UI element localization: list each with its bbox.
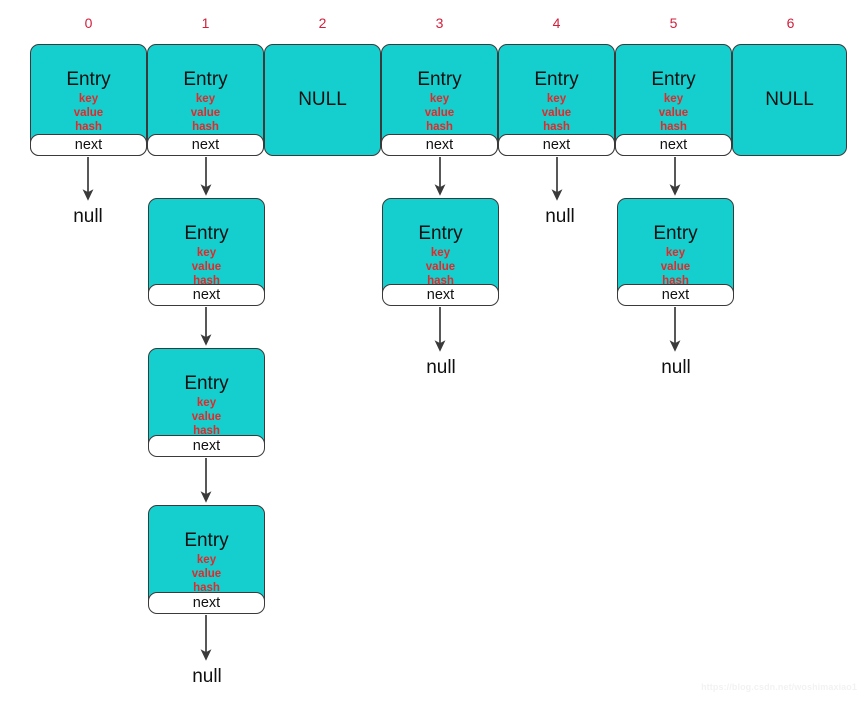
bucket-index-5: 5 — [669, 15, 678, 31]
entry-fields: key value hash — [31, 92, 146, 134]
entry-title: Entry — [66, 69, 111, 90]
null-terminal-bucket-4: null — [545, 206, 575, 227]
entry-field-key: key — [195, 93, 216, 105]
entry-field-value: value — [658, 107, 689, 119]
entry-fields: key value hash — [499, 92, 614, 134]
entry-field-key: key — [196, 554, 217, 566]
entry-fields: key value hash — [618, 246, 733, 288]
watermark: https://blog.csdn.net/woshimaxiao1 — [701, 682, 857, 692]
entry-field-hash: hash — [192, 121, 219, 133]
entry-title: Entry — [417, 69, 462, 90]
entry-field-value: value — [541, 107, 572, 119]
entry-field-value: value — [660, 261, 691, 273]
entry-title: Entry — [418, 223, 463, 244]
next-slot-chain-bucket-5-1[interactable]: next — [617, 284, 734, 306]
bucket-index-0: 0 — [84, 15, 93, 31]
bucket-cell-6[interactable]: NULL — [732, 44, 847, 156]
bucket-index-4: 4 — [552, 15, 561, 31]
entry-title: Entry — [183, 69, 228, 90]
next-slot-bucket-4[interactable]: next — [498, 134, 615, 156]
entry-field-value: value — [190, 107, 221, 119]
entry-fields: key value hash — [383, 246, 498, 288]
next-slot-chain-bucket-1-1[interactable]: next — [148, 284, 265, 306]
null-terminal-bucket-5: null — [661, 357, 691, 378]
entry-field-hash: hash — [426, 121, 453, 133]
null-terminal-bucket-3: null — [426, 357, 456, 378]
entry-field-key: key — [196, 397, 217, 409]
entry-fields: key value hash — [148, 92, 263, 134]
null-terminal-bucket-0: null — [73, 206, 103, 227]
entry-field-value: value — [424, 107, 455, 119]
entry-field-key: key — [429, 93, 450, 105]
next-slot-bucket-1[interactable]: next — [147, 134, 264, 156]
entry-field-hash: hash — [75, 121, 102, 133]
next-slot-bucket-0[interactable]: next — [30, 134, 147, 156]
bucket-index-6: 6 — [786, 15, 795, 31]
entry-title: Entry — [534, 69, 579, 90]
entry-field-key: key — [196, 247, 217, 259]
null-cell-label: NULL — [298, 89, 347, 110]
entry-field-hash: hash — [660, 121, 687, 133]
bucket-index-3: 3 — [435, 15, 444, 31]
next-slot-chain-bucket-3-1[interactable]: next — [382, 284, 499, 306]
entry-fields: key value hash — [149, 553, 264, 595]
bucket-cell-2[interactable]: NULL — [264, 44, 381, 156]
entry-field-value: value — [191, 261, 222, 273]
entry-title: Entry — [184, 373, 229, 394]
next-slot-chain-bucket-1-2[interactable]: next — [148, 435, 265, 457]
next-slot-bucket-3[interactable]: next — [381, 134, 498, 156]
entry-field-key: key — [546, 93, 567, 105]
next-slot-bucket-5[interactable]: next — [615, 134, 732, 156]
entry-field-value: value — [73, 107, 104, 119]
entry-field-value: value — [425, 261, 456, 273]
entry-field-value: value — [191, 411, 222, 423]
entry-field-key: key — [430, 247, 451, 259]
bucket-index-2: 2 — [318, 15, 327, 31]
entry-title: Entry — [184, 530, 229, 551]
bucket-index-1: 1 — [201, 15, 210, 31]
entry-title: Entry — [184, 223, 229, 244]
next-slot-chain-bucket-1-3[interactable]: next — [148, 592, 265, 614]
entry-fields: key value hash — [149, 396, 264, 438]
entry-title: Entry — [653, 223, 698, 244]
entry-fields: key value hash — [382, 92, 497, 134]
entry-field-key: key — [663, 93, 684, 105]
entry-field-key: key — [78, 93, 99, 105]
entry-fields: key value hash — [149, 246, 264, 288]
entry-field-key: key — [665, 247, 686, 259]
entry-fields: key value hash — [616, 92, 731, 134]
hashmap-bucket-diagram: 0 1 2 3 4 5 6 Entry key value hash next … — [0, 0, 863, 718]
entry-field-hash: hash — [543, 121, 570, 133]
null-terminal-bucket-1: null — [192, 666, 222, 687]
entry-field-value: value — [191, 568, 222, 580]
null-cell-label: NULL — [765, 89, 814, 110]
entry-title: Entry — [651, 69, 696, 90]
